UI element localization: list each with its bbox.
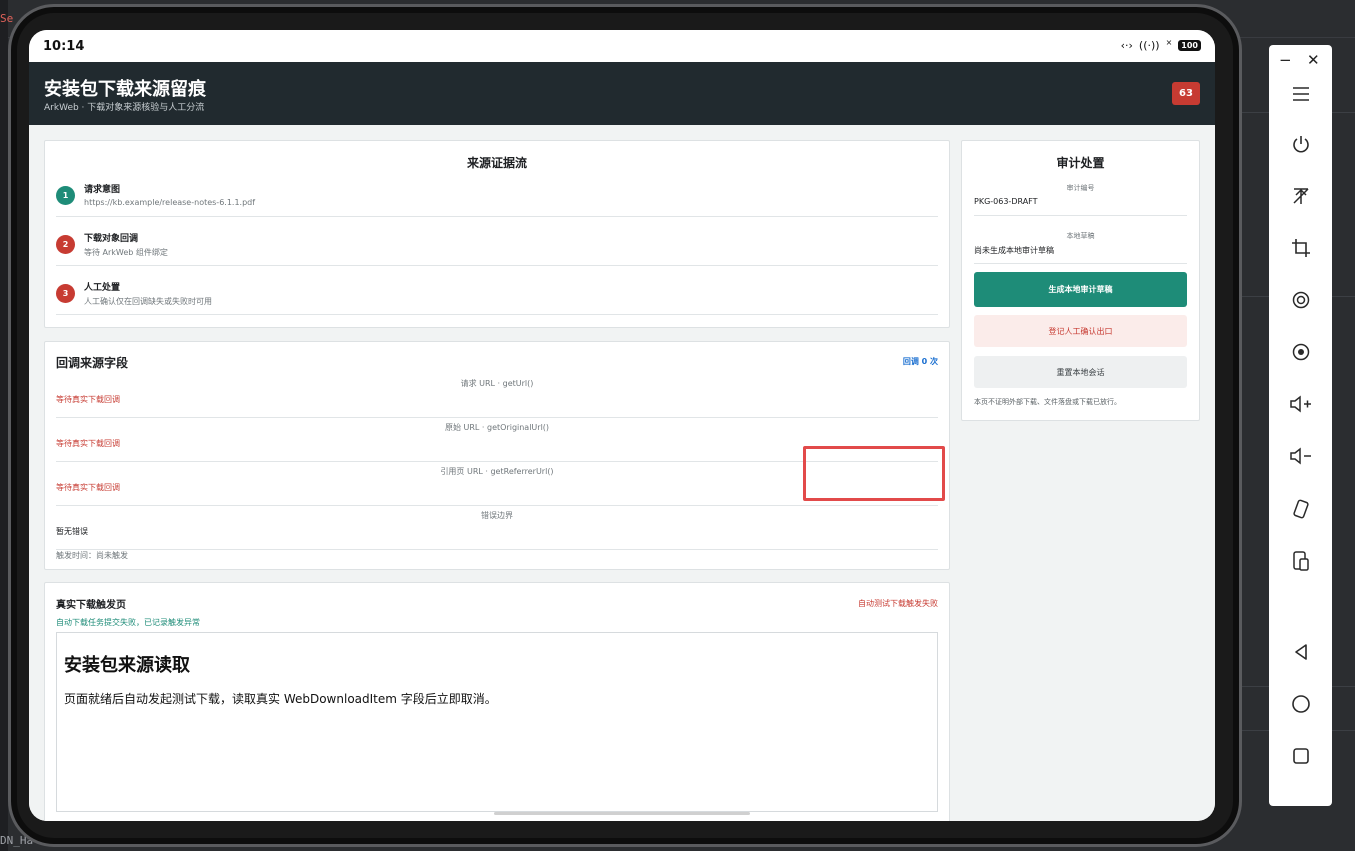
trigger-status: 自动下载任务提交失败，已记录触发异常	[56, 618, 200, 627]
device-icon[interactable]	[1269, 550, 1332, 578]
step-desc: 人工确认仅在回调缺失或失败时可用	[84, 297, 212, 306]
audit-id-label: 审计编号	[1066, 184, 1095, 192]
trigger-title: 真实下载触发页	[56, 600, 126, 611]
step-desc: https://kb.example/release-notes-6.1.1.p…	[84, 198, 256, 207]
audit-title: 审计处置	[1056, 156, 1105, 170]
divider	[974, 215, 1187, 216]
battery-icon: 100	[1178, 40, 1201, 51]
home-indicator[interactable]	[494, 812, 750, 815]
home-icon[interactable]	[1269, 694, 1332, 720]
rotate-icon[interactable]	[1269, 290, 1332, 316]
web-frame[interactable]: 安装包来源读取 页面就绪后自动发起测试下载，读取真实 WebDownloadIt…	[56, 632, 938, 812]
audit-note: 本页不证明外部下载、文件落盘或下载已放行。	[974, 398, 1121, 406]
device-screen: 10:14 ‹·› ((·)) × 100 安装包下载来源留痕 ArkWeb ·…	[29, 30, 1215, 821]
page-title: 安装包下载来源留痕	[44, 79, 206, 100]
error-boundary-field: 错误边界 暂无错误	[56, 506, 938, 550]
audit-card: 审计处置 审计编号 PKG-063-DRAFT 本地草稿 尚未生成本地审计草稿 …	[961, 140, 1200, 421]
divider	[974, 263, 1187, 264]
callback-count-link[interactable]: 回调 0 次	[903, 356, 938, 367]
close-button[interactable]: ✕	[1307, 51, 1320, 69]
step-number: 2	[56, 235, 75, 254]
page-subtitle: ArkWeb · 下载对象来源核验与人工分流	[44, 103, 205, 113]
field-label: 原始 URL · getOriginalUrl()	[444, 423, 550, 432]
trigger-fail-label: 自动测试下载触发失败	[858, 599, 938, 608]
step-item: 1 请求意图 https://kb.example/release-notes-…	[56, 168, 938, 217]
step-item: 2 下载对象回调 等待 ArkWeb 组件绑定	[56, 217, 938, 266]
ide-side-text: Se	[0, 12, 14, 25]
field-value: 等待真实下载回调	[56, 483, 120, 492]
step-title: 下载对象回调	[84, 234, 139, 244]
trigger-page-card: 真实下载触发页 自动下载任务提交失败，已记录触发异常 自动测试下载触发失败 安装…	[44, 582, 950, 821]
frame-heading: 安装包来源读取	[64, 655, 190, 676]
audit-id-value: PKG-063-DRAFT	[974, 197, 1038, 206]
register-manual-exit-button[interactable]: 登记人工确认出口	[974, 315, 1187, 347]
audit-draft-label: 本地草稿	[1066, 232, 1095, 240]
generate-draft-button[interactable]: 生成本地审计草稿	[974, 272, 1187, 307]
crop-icon[interactable]	[1269, 238, 1332, 264]
evidence-flow-card: 来源证据流 1 请求意图 https://kb.example/release-…	[44, 140, 950, 328]
menu-icon[interactable]	[1269, 86, 1332, 108]
step-number: 1	[56, 186, 75, 205]
minimize-button[interactable]: −	[1279, 51, 1292, 69]
status-bar: 10:14 ‹·› ((·)) × 100	[29, 30, 1215, 62]
field-value: 等待真实下载回调	[56, 395, 120, 404]
screenshot-icon[interactable]	[1269, 342, 1332, 368]
pin-off-icon[interactable]	[1269, 186, 1332, 212]
device-rotate-icon[interactable]	[1269, 498, 1332, 526]
step-title: 人工处置	[84, 283, 121, 293]
frame-text: 页面就绪后自动发起测试下载，读取真实 WebDownloadItem 字段后立即…	[64, 692, 497, 706]
step-title: 请求意图	[84, 185, 121, 195]
callback-title: 回调来源字段	[56, 356, 129, 370]
field-label: 错误边界	[481, 511, 513, 520]
back-icon[interactable]	[1269, 642, 1332, 668]
status-icons: ‹·› ((·)) × 100	[1120, 38, 1201, 52]
app-header: 安装包下载来源留痕 ArkWeb · 下载对象来源核验与人工分流 63	[29, 62, 1215, 125]
power-icon[interactable]	[1269, 134, 1332, 160]
audit-draft-value: 尚未生成本地审计草稿	[974, 246, 1054, 255]
volume-up-icon[interactable]	[1269, 394, 1332, 420]
status-time: 10:14	[43, 39, 85, 54]
main-content: 来源证据流 1 请求意图 https://kb.example/release-…	[29, 125, 1215, 821]
highlight-box	[803, 446, 945, 501]
trigger-time: 触发时间：尚未触发	[56, 551, 128, 560]
callback-field: 请求 URL · getUrl() 等待真实下载回调	[56, 374, 938, 418]
ide-left-gutter	[0, 0, 8, 851]
field-value: 暂无错误	[56, 527, 88, 536]
wifi-icon: ((·))	[1138, 39, 1160, 52]
count-badge: 63	[1172, 82, 1200, 105]
no-sim-icon: ×	[1165, 38, 1173, 47]
step-item: 3 人工处置 人工确认仅在回调缺失或失败时可用	[56, 266, 938, 315]
step-desc: 等待 ArkWeb 组件绑定	[84, 248, 168, 257]
field-value: 等待真实下载回调	[56, 439, 120, 448]
volume-down-icon[interactable]	[1269, 446, 1332, 472]
step-number: 3	[56, 284, 75, 303]
signal-icon: ‹·›	[1120, 39, 1133, 52]
field-label: 请求 URL · getUrl()	[460, 379, 534, 388]
reset-session-button[interactable]: 重置本地会话	[974, 356, 1187, 388]
recent-icon[interactable]	[1269, 746, 1332, 772]
emulator-toolbar: − ✕	[1269, 45, 1332, 806]
